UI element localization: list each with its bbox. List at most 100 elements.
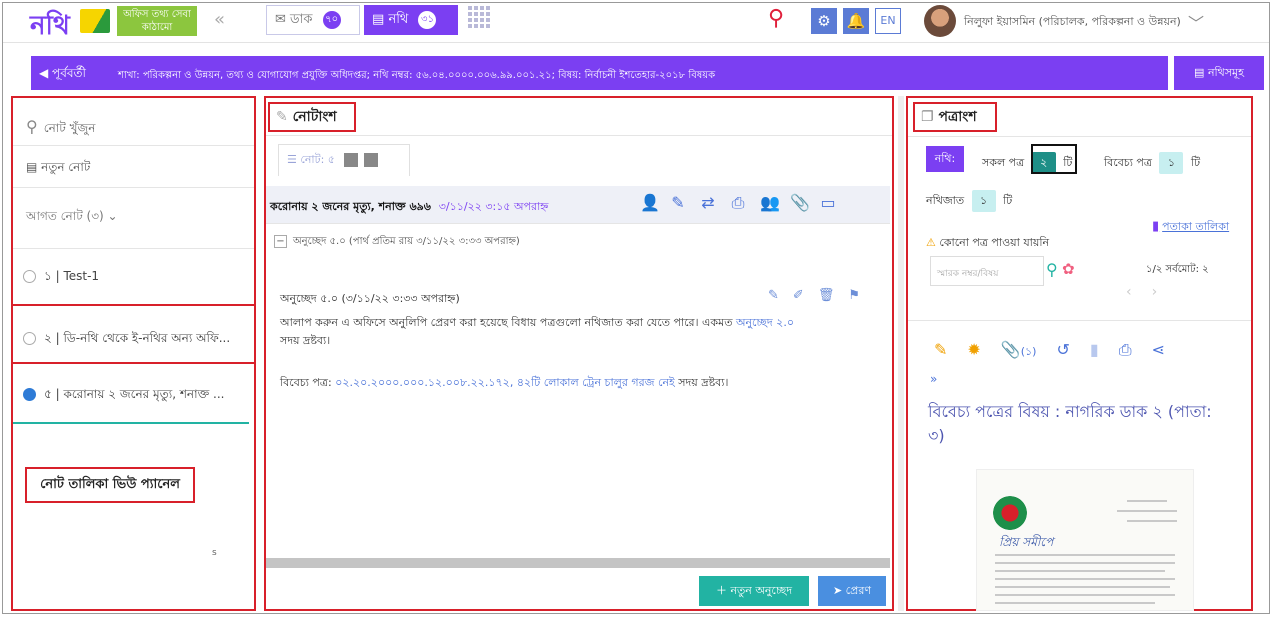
bibechyo-filter[interactable]: বিবেচ্য পত্র ১ টি	[1104, 152, 1200, 174]
app-logo[interactable]: নথি	[30, 5, 70, 49]
expand-icon[interactable]: »	[930, 372, 937, 386]
note-title: ডি-নথি থেকে ই-নথির অন্য অফি...	[63, 331, 231, 345]
list-item[interactable]: ৫ | করোনায় ২ জনের মৃত্যু, শনাক্ত ...	[13, 374, 254, 414]
chevron-left-icon[interactable]: ‹	[1126, 284, 1152, 300]
search-icon[interactable]: ⚲	[768, 6, 784, 31]
attachment-icon[interactable]: 📎	[790, 193, 810, 213]
tab-note[interactable]: ☰ নোট: ৫	[278, 144, 410, 176]
nothi-list-label: নথিসমূহ	[1207, 66, 1244, 79]
send-label: প্রেরণ	[845, 584, 872, 597]
chevron-down-icon[interactable]: ﹀	[1188, 10, 1204, 34]
breadcrumb: শাখা: পরিকল্পনা ও উন্নয়ন, তথ্য ও যোগাযো…	[118, 70, 716, 81]
bookmark-icon[interactable]: ▮	[1090, 340, 1099, 362]
note-title: Test-1	[63, 269, 100, 283]
bibechyo-label: বিবেচ্য পত্র	[1104, 156, 1152, 169]
paragraph-heading: অনুচ্ছেদ ৫.০ (৩/১১/২২ ৩:৩৩ অপরাহ্ন)	[280, 292, 460, 305]
nothijat-count: ১	[971, 190, 996, 212]
print-icon[interactable]: ⎙	[730, 193, 746, 213]
list-item[interactable]: ১ | Test-1	[13, 256, 254, 296]
edit-icon[interactable]: ✎	[670, 193, 686, 213]
paper-search-input[interactable]: স্মারক নম্বর/বিষয়	[930, 256, 1044, 286]
flag-list-link[interactable]: ▮ পতাকা তালিকা	[1152, 218, 1229, 237]
paragraph-link[interactable]: অনুচ্ছেদ ২.০	[736, 316, 794, 329]
bell-icon[interactable]: 🔔	[843, 8, 869, 34]
note-number: ২	[44, 331, 52, 345]
note-radio-checked[interactable]	[23, 387, 36, 414]
search-icon[interactable]: ⚲	[1046, 260, 1058, 279]
paragraph-text: আলাপ করুন এ অফিসে অনুলিপি প্রেরণ করা হয়…	[280, 316, 733, 329]
history-icon[interactable]: ↺	[1056, 340, 1069, 362]
divider	[908, 320, 1251, 321]
language-toggle-button[interactable]: EN	[875, 8, 901, 34]
paragraph-toggle[interactable]: − অনুচ্ছেদ ৫.০ (পার্থ প্রতিম রায় ৩/১১/২২…	[274, 234, 520, 251]
tab-dak[interactable]: ✉ ডাক ৭০	[266, 5, 360, 35]
incoming-notes-dropdown[interactable]: আগত নোট (৩) ⌄	[26, 208, 118, 228]
chevron-down-icon: ⌄	[107, 209, 118, 223]
column-splitter[interactable]	[898, 96, 904, 611]
horizontal-scrollbar[interactable]	[266, 558, 890, 568]
paper-toolbar: ✎ ✹ 📎(১) ↺ ▮ ⎙ ⋖	[934, 340, 1165, 362]
back-button[interactable]: ◀ পূর্ববর্তী	[31, 56, 106, 90]
pager: ‹›	[1126, 284, 1177, 300]
edit-icon[interactable]: ✎	[934, 340, 947, 362]
nothijat-filter[interactable]: নথিজাত ১ টি	[926, 190, 1012, 212]
all-papers-label: সকল পত্র	[982, 156, 1025, 169]
plus-icon: ＋	[715, 584, 731, 597]
paragraph-actions: ✎ ✐ 🗑 ⚑	[768, 288, 860, 303]
user-name[interactable]: নিলুফা ইয়াসমিন (পরিচালক, পরিকল্পনা ও উন…	[964, 13, 1181, 32]
avatar[interactable]	[924, 5, 956, 37]
annotation-separator	[11, 362, 256, 364]
chevron-right-icon[interactable]: ›	[1152, 284, 1178, 300]
gear-icon[interactable]: ⚙	[811, 8, 837, 34]
tab-dak-label: ডাক	[290, 12, 313, 27]
pencil-icon[interactable]: ✐	[793, 288, 804, 303]
attachment-count: (১)	[1020, 345, 1037, 358]
nothi-filter-button[interactable]: নথি:	[926, 146, 964, 172]
transfer-icon[interactable]: ⇄	[700, 193, 716, 213]
stray-text: s	[212, 548, 217, 558]
tab-nothi[interactable]: ▤ নথি ৩১	[364, 5, 458, 35]
users-icon[interactable]: 👥	[760, 193, 780, 213]
flag-icon[interactable]: ⚑	[848, 288, 860, 303]
bibechyo-count: ১	[1159, 152, 1184, 174]
new-note-label: নতুন নোট	[41, 160, 91, 174]
print-icon[interactable]: ⎙	[1119, 340, 1132, 362]
image-icon[interactable]	[344, 153, 359, 167]
heading-text: পত্রাংশ	[938, 109, 977, 125]
panel-heading: ✎ নোটাংশ	[268, 102, 356, 132]
collapse-sidebar-icon[interactable]: «	[214, 9, 225, 30]
bibechyo-link[interactable]: ০২.২০.২০০০.০০০.১২.০০৮.২২.১৭২, ৪২টি লোকাল…	[335, 376, 675, 389]
divider	[266, 135, 892, 136]
pen-icon: ✎	[276, 109, 293, 125]
document-icon: ▤	[26, 160, 42, 174]
reset-icon[interactable]: ✿	[1062, 260, 1075, 278]
collapse-icon[interactable]: −	[274, 235, 287, 248]
paragraph-summary: অনুচ্ছেদ ৫.০ (পার্থ প্রতিম রায় ৩/১১/২২ …	[293, 236, 520, 247]
unit-label: টি	[1190, 156, 1201, 169]
logo-mark-icon	[80, 9, 110, 33]
divider	[908, 136, 1251, 137]
note-radio[interactable]	[23, 332, 36, 345]
user-icon[interactable]: 👤	[640, 193, 660, 213]
copy-icon: ❐	[921, 109, 939, 125]
list-item[interactable]: ২ | ডি-নথি থেকে ই-নথির অন্য অফি...	[13, 318, 254, 358]
document-thumbnail[interactable]: প্রিয় সমীপে	[976, 469, 1194, 611]
note-search-input[interactable]: ⚲ নোট খুঁজুন	[26, 117, 95, 140]
nothijat-label: নথিজাত	[926, 194, 965, 207]
layout-icon[interactable]: ▭	[820, 193, 836, 213]
sun-icon[interactable]: ✹	[967, 340, 980, 362]
note-radio[interactable]	[23, 270, 36, 283]
attachment-icon[interactable]: 📎(১)	[1001, 340, 1037, 362]
new-paragraph-button[interactable]: ＋ নতুন অনুচ্ছেদ	[699, 576, 809, 606]
trash-icon[interactable]: 🗑	[818, 288, 835, 303]
nothi-list-button[interactable]: ▤ নথিসমূহ	[1172, 56, 1264, 90]
annotation-separator	[11, 304, 256, 306]
paragraph-body: আলাপ করুন এ অফিসে অনুলিপি প্রেরণ করা হয়…	[280, 314, 880, 350]
apps-grid-icon[interactable]	[468, 6, 490, 28]
edit-icon[interactable]: ✎	[768, 288, 779, 303]
share-icon[interactable]: ⋖	[1152, 340, 1165, 362]
send-button[interactable]: ➤ প্রেরণ	[818, 576, 886, 606]
unit-label: টি	[1003, 194, 1013, 207]
new-note-button[interactable]: ▤ নতুন নোট	[26, 159, 90, 179]
close-icon[interactable]	[364, 153, 379, 167]
